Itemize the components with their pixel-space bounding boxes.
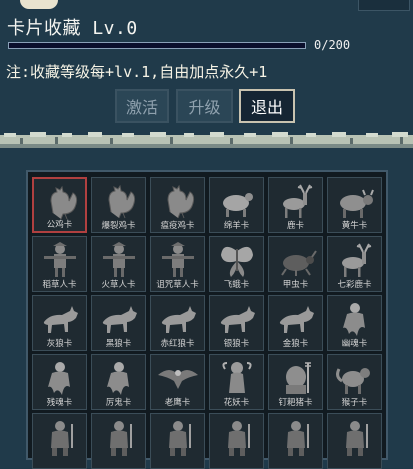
monkey-icon (336, 368, 370, 394)
eagle-icon (158, 370, 198, 389)
collection-card[interactable]: 花妖卡 (209, 354, 264, 410)
card-label: 稻草人卡 (42, 280, 77, 290)
collection-card[interactable]: 老鹰卡 (150, 354, 205, 410)
beetle-icon (281, 250, 317, 276)
collection-card[interactable]: 黄牛卡 (327, 177, 382, 233)
ghost-icon (48, 362, 70, 395)
collection-card[interactable]: 残魂卡 (32, 354, 87, 410)
activate-button[interactable]: 激活 (115, 89, 169, 123)
collection-card[interactable] (209, 413, 264, 469)
collection-card[interactable]: 七彩鹿卡 (327, 236, 382, 292)
stone-wall-divider (0, 132, 413, 154)
pig-icon (286, 362, 311, 394)
level-note: 注:收藏等级每+lv.1,自由加点永久+1 (6, 63, 268, 81)
wolf-icon (220, 306, 255, 333)
collection-card[interactable] (327, 413, 382, 469)
progress-text: 0/200 (314, 38, 351, 52)
exit-button[interactable]: 退出 (239, 89, 295, 123)
wolf-icon (161, 306, 196, 333)
wolf-icon (102, 306, 137, 333)
card-label: 飞蛾卡 (223, 280, 250, 290)
card-label: 残魂卡 (46, 398, 73, 408)
wolf-icon (43, 306, 78, 333)
warrior-icon (110, 421, 132, 456)
card-label: 七彩鹿卡 (337, 280, 372, 290)
ghost-icon (107, 362, 129, 395)
card-label: 诅咒草人卡 (156, 280, 199, 290)
collection-card[interactable]: 公鸡卡 (32, 177, 87, 233)
sheep-icon (223, 193, 253, 217)
card-label: 黄牛卡 (341, 221, 368, 231)
collection-card[interactable]: 钉耙猪卡 (268, 354, 323, 410)
card-label: 绵羊卡 (223, 221, 250, 231)
card-label: 火草人卡 (101, 280, 136, 290)
rooster-icon (50, 185, 78, 220)
warrior-icon (228, 421, 250, 456)
collection-card[interactable]: 赤红狼卡 (150, 295, 205, 351)
card-label: 幽魂卡 (341, 339, 368, 349)
rooster-icon (167, 184, 195, 219)
collection-card[interactable]: 火草人卡 (91, 236, 146, 292)
collection-progress-bar (8, 42, 306, 49)
collection-card[interactable]: 幽魂卡 (327, 295, 382, 351)
flower-demon-icon (222, 362, 252, 393)
collection-card[interactable]: 瘟疫鸡卡 (150, 177, 205, 233)
warrior-icon (169, 421, 191, 456)
collection-card[interactable]: 金狼卡 (268, 295, 323, 351)
corner-frame (358, 0, 410, 11)
collection-card[interactable]: 稻草人卡 (32, 236, 87, 292)
collection-card[interactable]: 飞蛾卡 (209, 236, 264, 292)
ghost-icon (343, 303, 365, 336)
moth-icon (221, 246, 253, 277)
collection-card[interactable]: 绵羊卡 (209, 177, 264, 233)
collection-card[interactable]: 爆裂鸡卡 (91, 177, 146, 233)
card-label: 灰狼卡 (46, 339, 73, 349)
deer-icon (342, 243, 372, 277)
card-label: 黑狼卡 (105, 339, 132, 349)
collection-card[interactable]: 厉鬼卡 (91, 354, 146, 410)
collection-card[interactable] (150, 413, 205, 469)
card-label: 厉鬼卡 (105, 398, 132, 408)
collection-card[interactable]: 甲虫卡 (268, 236, 323, 292)
collection-card[interactable] (268, 413, 323, 469)
collection-card[interactable]: 鹿卡 (268, 177, 323, 233)
decoration-cloud (20, 0, 58, 9)
upgrade-button[interactable]: 升级 (176, 89, 233, 123)
scarecrow-icon (103, 242, 135, 277)
collection-card[interactable]: 猴子卡 (327, 354, 382, 410)
warrior-icon (287, 421, 309, 456)
card-label: 瘟疫鸡卡 (160, 221, 195, 231)
card-label: 银狼卡 (223, 339, 250, 349)
ox-icon (340, 189, 374, 218)
card-label: 花妖卡 (223, 398, 250, 408)
card-label: 猴子卡 (341, 398, 368, 408)
scarecrow-icon (44, 242, 76, 277)
card-collection-grid: 公鸡卡 爆裂鸡卡 瘟疫鸡卡 绵羊卡 鹿卡 黄牛卡稻草人卡 火草人卡 诅咒草人卡 飞蛾卡 甲虫卡 七彩… (26, 170, 388, 469)
scarecrow-icon (162, 242, 194, 277)
card-label: 赤红狼卡 (160, 339, 195, 349)
card-label: 钉耙猪卡 (278, 398, 313, 408)
collection-card[interactable]: 灰狼卡 (32, 295, 87, 351)
collection-card[interactable]: 银狼卡 (209, 295, 264, 351)
collection-title: 卡片收藏 Lv.0 (7, 18, 138, 39)
collection-card[interactable] (91, 413, 146, 469)
collection-card[interactable] (32, 413, 87, 469)
card-label: 公鸡卡 (46, 220, 73, 230)
card-label: 老鹰卡 (164, 398, 191, 408)
collection-card[interactable]: 诅咒草人卡 (150, 236, 205, 292)
card-label: 甲虫卡 (282, 280, 309, 290)
collection-card[interactable]: 黑狼卡 (91, 295, 146, 351)
card-label: 鹿卡 (286, 221, 304, 231)
wolf-icon (279, 306, 314, 333)
rooster-icon (108, 184, 136, 219)
warrior-icon (346, 421, 368, 456)
card-label: 金狼卡 (282, 339, 309, 349)
deer-icon (283, 184, 313, 218)
warrior-icon (51, 421, 73, 456)
card-label: 爆裂鸡卡 (101, 221, 136, 231)
